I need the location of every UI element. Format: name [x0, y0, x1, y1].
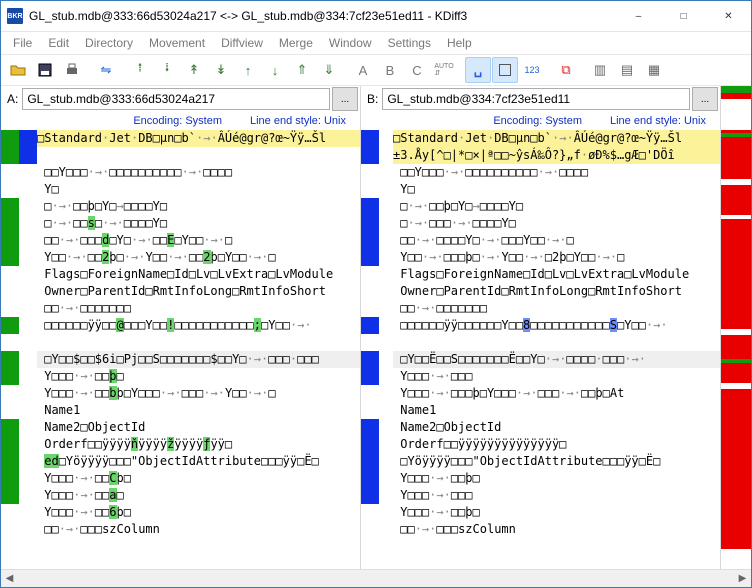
- save-icon[interactable]: [32, 57, 58, 83]
- up-icon[interactable]: ↑: [235, 57, 261, 83]
- back-forward-icon[interactable]: ⇋: [93, 57, 119, 83]
- lineend-a: Line end style: Unix: [250, 115, 346, 127]
- diff-body: □Standard·Jet·DB□µn□b`·→·ÂÚé@gr@?œ~Ÿÿ…Šl…: [1, 130, 751, 569]
- split-horiz-icon[interactable]: ▥: [587, 57, 613, 83]
- down-dbl-icon[interactable]: ⇓: [316, 57, 342, 83]
- window-buttons: – □ ✕: [616, 1, 751, 31]
- down-first-icon[interactable]: ↡: [208, 57, 234, 83]
- path-cell-a: A: ...: [1, 86, 361, 112]
- line-numbers-button[interactable]: 123: [519, 57, 545, 83]
- menu-help[interactable]: Help: [439, 34, 480, 52]
- show-whitespace-icon[interactable]: ␣: [465, 57, 491, 83]
- maximize-button[interactable]: □: [661, 1, 706, 31]
- path-label-b: B:: [363, 92, 382, 106]
- innerbar-b: [379, 130, 393, 569]
- app-icon: BKR: [7, 8, 23, 24]
- path-label-a: A:: [3, 92, 22, 106]
- menubar: File Edit Directory Movement Diffview Me…: [1, 32, 751, 54]
- app-window: BKR GL_stub.mdb@333:66d53024a217 <-> GL_…: [0, 0, 752, 588]
- horizontal-scrollbar[interactable]: ◀ ▶: [1, 569, 751, 587]
- up-dbl-icon[interactable]: ⇑: [289, 57, 315, 83]
- print-icon[interactable]: [59, 57, 85, 83]
- choose-b-button[interactable]: B: [377, 57, 403, 83]
- menu-diffview[interactable]: Diffview: [213, 34, 271, 52]
- text-a[interactable]: □Standard·Jet·DB□µn□b`·→·ÂÚé@gr@?œ~Ÿÿ…Šl…: [37, 130, 360, 569]
- browse-a-button[interactable]: ...: [332, 87, 358, 111]
- encoding-b: Encoding: System: [493, 115, 582, 127]
- changebar-a: [1, 130, 19, 569]
- up-first-icon[interactable]: ↟: [181, 57, 207, 83]
- path-row: A: ... B: ...: [1, 86, 751, 112]
- encoding-row: Encoding: System Line end style: Unix En…: [1, 112, 751, 130]
- split-grid-icon[interactable]: ▦: [641, 57, 667, 83]
- close-button[interactable]: ✕: [706, 1, 751, 31]
- overview-strip[interactable]: [721, 130, 751, 569]
- toolbar: ⇋ ⭫ ⭭ ↟ ↡ ↑ ↓ ⇑ ⇓ A B C AUTO⇵ ␣ 123 ⧉ ▥ …: [1, 54, 751, 86]
- choose-c-button[interactable]: C: [404, 57, 430, 83]
- path-cell-b: B: ...: [361, 86, 721, 112]
- auto-button[interactable]: AUTO⇵: [431, 57, 457, 83]
- changebar-b: [361, 130, 379, 569]
- diff-pane-b[interactable]: □Standard·Jet·DB□µn□b`·→·ÂÚé@gr@?œ~Ÿÿ…Šl…: [379, 130, 721, 569]
- open-icon[interactable]: [5, 57, 31, 83]
- scroll-right-icon[interactable]: ▶: [734, 570, 751, 587]
- path-input-b[interactable]: [382, 88, 690, 110]
- titlebar: BKR GL_stub.mdb@333:66d53024a217 <-> GL_…: [1, 1, 751, 32]
- down-double-first-icon[interactable]: ⭭: [154, 57, 180, 83]
- encoding-cell-a: Encoding: System Line end style: Unix: [1, 112, 361, 130]
- overview-top: [721, 86, 751, 112]
- diff-pane-a[interactable]: □Standard·Jet·DB□µn□b`·→·ÂÚé@gr@?œ~Ÿÿ…Šl…: [19, 130, 361, 569]
- menu-edit[interactable]: Edit: [40, 34, 77, 52]
- window-title: GL_stub.mdb@333:66d53024a217 <-> GL_stub…: [29, 9, 616, 23]
- text-b[interactable]: □Standard·Jet·DB□µn□b`·→·ÂÚé@gr@?œ~Ÿÿ…Šl…: [393, 130, 720, 569]
- menu-merge[interactable]: Merge: [271, 34, 321, 52]
- choose-a-button[interactable]: A: [350, 57, 376, 83]
- split-vert-icon[interactable]: ▤: [614, 57, 640, 83]
- browse-b-button[interactable]: ...: [692, 87, 718, 111]
- path-input-a[interactable]: [22, 88, 330, 110]
- scroll-left-icon[interactable]: ◀: [1, 570, 18, 587]
- wordwrap-icon[interactable]: ⧉: [553, 57, 579, 83]
- menu-settings[interactable]: Settings: [380, 34, 439, 52]
- menu-file[interactable]: File: [5, 34, 40, 52]
- innerbar-a: [19, 130, 37, 569]
- show-frame-icon[interactable]: [492, 57, 518, 83]
- encoding-a: Encoding: System: [133, 115, 222, 127]
- encoding-cell-b: Encoding: System Line end style: Unix: [361, 112, 721, 130]
- lineend-b: Line end style: Unix: [610, 115, 706, 127]
- minimize-button[interactable]: –: [616, 1, 661, 31]
- down-icon[interactable]: ↓: [262, 57, 288, 83]
- menu-directory[interactable]: Directory: [77, 34, 141, 52]
- menu-window[interactable]: Window: [321, 34, 380, 52]
- menu-movement[interactable]: Movement: [141, 34, 213, 52]
- up-double-first-icon[interactable]: ⭫: [127, 57, 153, 83]
